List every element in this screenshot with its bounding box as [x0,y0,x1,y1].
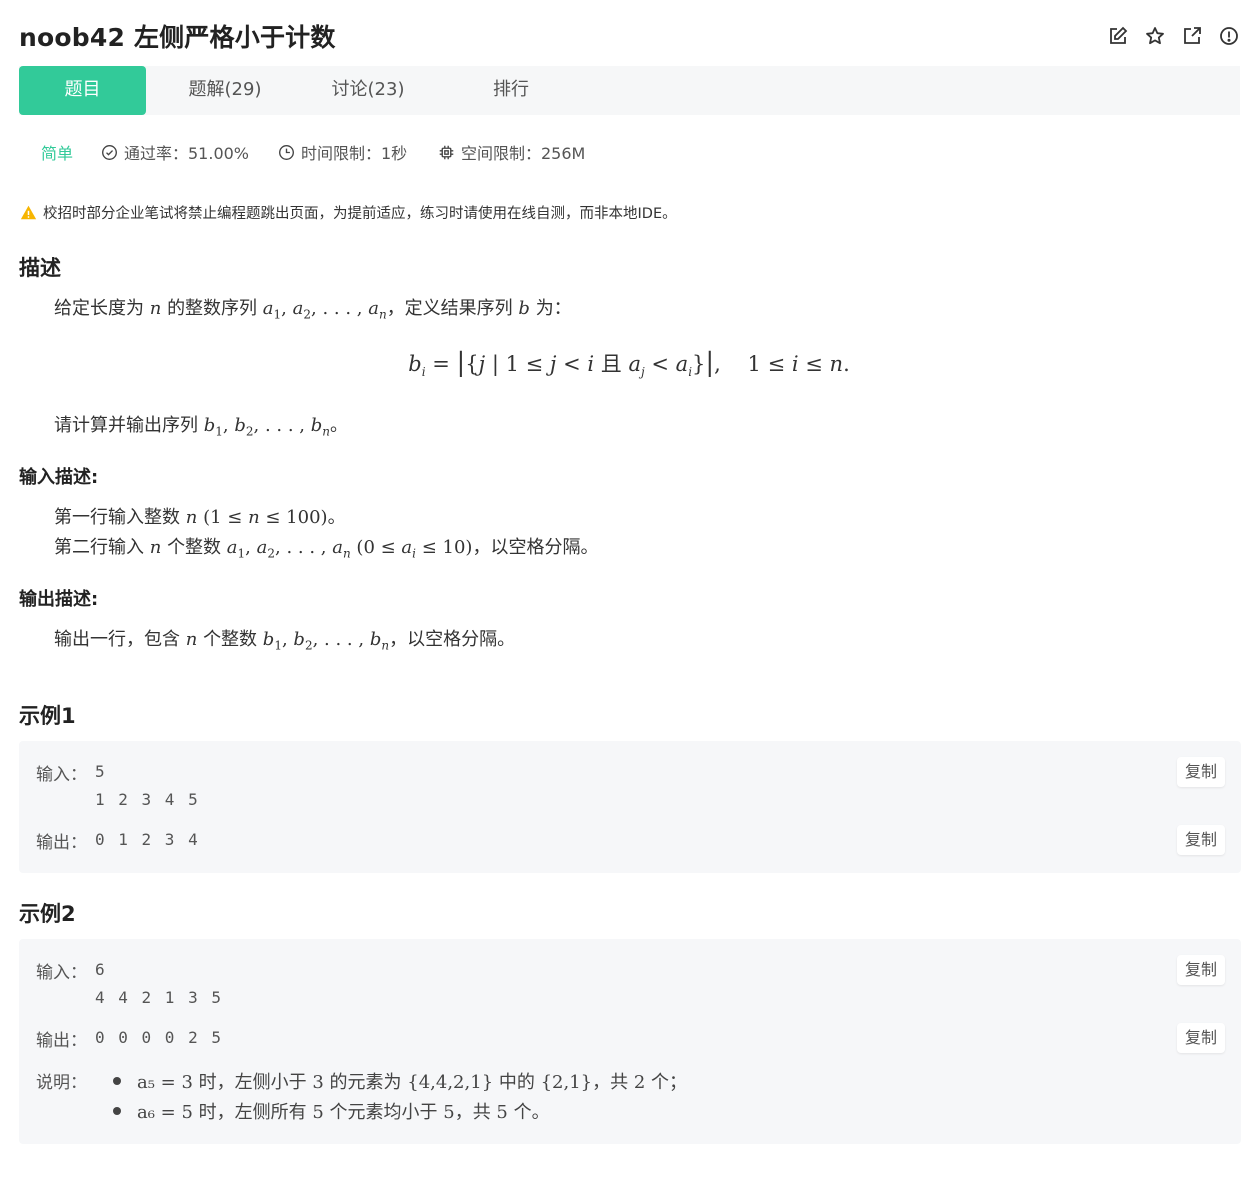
output-description-heading: 输出描述: [19,589,99,610]
pass-rate: 通过率：51.00% [101,140,249,164]
description-line-2: 请计算并输出序列 b1, b2, . . . , bn。 [54,415,349,439]
time-limit: 时间限制：1秒 [278,140,407,164]
difficulty-badge: 简单 [41,144,74,163]
header-actions [1107,25,1240,47]
tab-ranking[interactable]: 排行 [455,66,567,115]
copy-input-button[interactable]: 复制 [1177,757,1225,787]
example-input-line: 1 2 3 4 5 [95,790,200,809]
tab-solutions[interactable]: 题解(29) [169,66,281,115]
input-description-heading: 输入描述: [19,467,99,488]
star-icon[interactable] [1144,25,1166,47]
external-link-icon[interactable] [1181,25,1203,47]
report-icon[interactable] [1218,25,1240,47]
example-note-label: 说明： [36,1073,87,1093]
chip-icon [439,145,454,159]
output-description-line: 输出一行，包含 n 个整数 b1, b2, . . . , bn，以空格分隔。 [54,629,516,653]
description-line-1: 给定长度为 n 的整数序列 a1, a2, . . . , an，定义结果序列 … [54,298,572,322]
example-2-heading: 示例2 [19,902,76,926]
example-input-line: 5 [95,762,107,781]
page-title: noob42 左侧严格小于计数 [19,23,336,52]
example-1-heading: 示例1 [19,704,76,728]
example-output-value: 0 1 2 3 4 [95,830,200,849]
check-circle-icon [102,144,117,160]
input-description-line-1: 第一行输入整数 n (1 ≤ n ≤ 100)。 [54,507,346,528]
formula: bi = |{j | 1 ≤ j < i 且 aj < ai}|, 1 ≤ i … [408,348,850,380]
description-heading: 描述 [19,256,61,280]
tab-discussion[interactable]: 讨论(23) [312,66,424,115]
example-output-label: 输出： [36,833,87,853]
tab-problem[interactable]: 题目 [19,66,146,115]
example-1-box: 输入： 5 1 2 3 4 5 复制 输出： 0 1 2 3 4 复制 [19,741,1241,873]
example-output-value: 0 0 0 0 2 5 [95,1028,223,1047]
space-limit: 空间限制：256M [438,140,585,164]
copy-output-button[interactable]: 复制 [1177,1023,1225,1053]
example-note-item: a₅ = 3 时，左侧小于 3 的元素为 {4,4,2,1} 中的 {2,1}，… [113,1068,687,1094]
edit-icon[interactable] [1107,25,1129,47]
example-input-line: 6 [95,960,107,979]
warning-notice: 校招时部分企业笔试将禁止编程题跳出页面，为提前适应，练习时请使用在线自测，而非本… [20,202,677,223]
example-2-box: 输入： 6 4 4 2 1 3 5 复制 输出： 0 0 0 0 2 5 复制 … [19,939,1241,1144]
copy-output-button[interactable]: 复制 [1177,825,1225,855]
example-input-line: 4 4 2 1 3 5 [95,988,223,1007]
example-note-item: a₆ = 5 时，左侧所有 5 个元素均小于 5，共 5 个。 [113,1098,550,1124]
example-input-label: 输入： [36,963,87,983]
example-input-label: 输入： [36,765,87,785]
warning-icon [20,205,37,220]
input-description-line-2: 第二行输入 n 个整数 a1, a2, . . . , an (0 ≤ ai ≤… [54,537,599,561]
example-output-label: 输出： [36,1031,87,1051]
copy-input-button[interactable]: 复制 [1177,955,1225,985]
tab-bar: 题目 题解(29) 讨论(23) 排行 [19,66,1240,115]
clock-icon [279,144,294,160]
